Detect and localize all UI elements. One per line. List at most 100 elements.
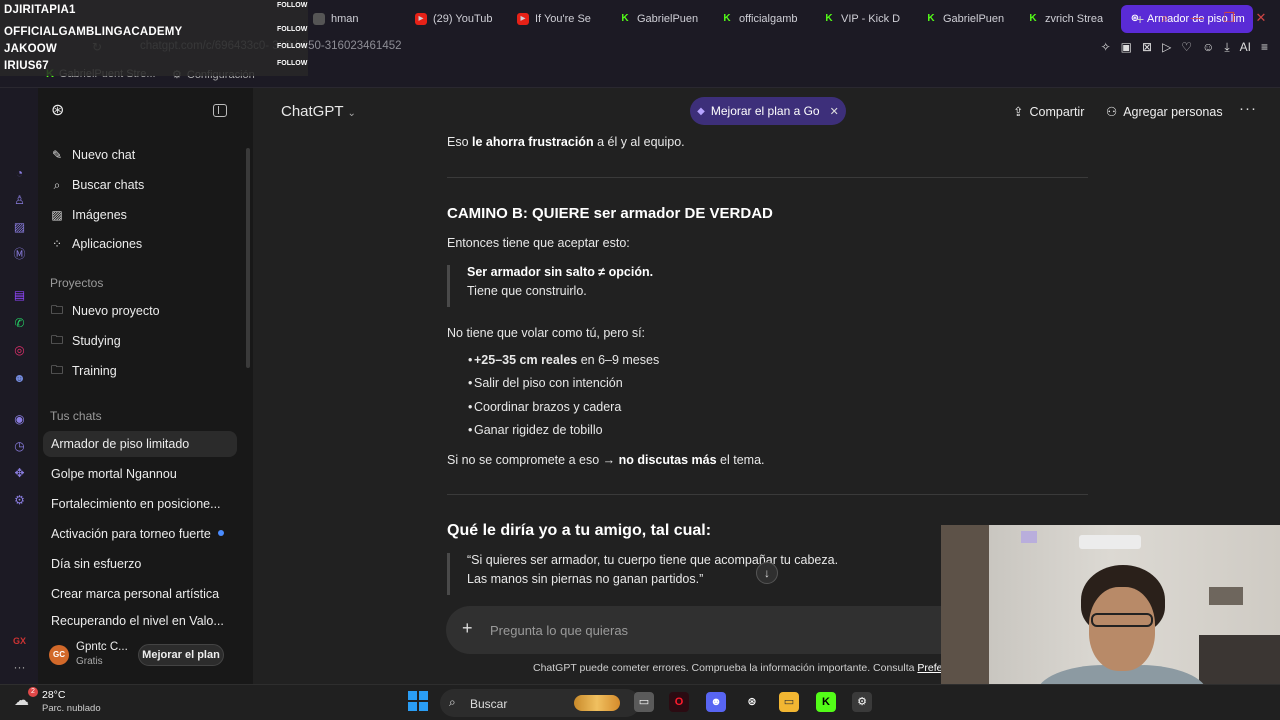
sidebar-item-project[interactable]: 🗀 Training — [50, 359, 238, 383]
sidebar-item-new-chat[interactable]: ✎ Nuevo chat — [50, 143, 238, 167]
gx-icon[interactable]: GX — [12, 634, 27, 649]
prompt-input[interactable] — [490, 616, 970, 644]
chat-item[interactable]: Fortalecimiento en posicione... — [50, 491, 237, 517]
sidebar-item-new-project[interactable]: 🗀 Nuevo proyecto — [50, 299, 238, 323]
extension-icon[interactable]: ✧ — [1101, 40, 1111, 55]
chat-item[interactable]: Crear marca personal artística — [50, 581, 237, 607]
divider — [447, 177, 1088, 178]
chat-item-active[interactable]: Armador de piso limitado — [43, 431, 237, 457]
sidebar-item-apps[interactable]: ⁘ Aplicaciones — [50, 232, 238, 256]
upgrade-go-pill[interactable]: ◆ Mejorar el plan a Go ✕ — [690, 97, 846, 125]
task-view-icon[interactable]: ▭ — [634, 692, 654, 712]
avatar: GC — [49, 645, 69, 665]
chat-item[interactable]: Golpe mortal Ngannou — [50, 461, 237, 487]
search-tabs-icon[interactable]: ⌕ — [1158, 10, 1172, 26]
settings-icon[interactable]: ⚙ — [12, 493, 27, 508]
weather-condition: Parc. nublado — [42, 703, 101, 714]
taskbar-search[interactable]: ⌕ Buscar — [440, 689, 640, 717]
file-explorer-icon[interactable]: ▭ — [779, 692, 799, 712]
list-item: +25–35 cm reales en 6–9 meses — [468, 353, 659, 367]
windows-start-icon[interactable] — [408, 691, 428, 711]
kick-icon: K — [927, 13, 935, 24]
tab-strip: hman ▸ (29) YouTub ▸ If You're Se K Gabriel… — [305, 5, 1253, 33]
whatsapp-icon[interactable]: ✆ — [12, 316, 27, 331]
messenger-icon[interactable]: Ⓜ — [12, 247, 27, 262]
user-name: Gpntc C... — [76, 641, 128, 653]
more-icon[interactable]: ··· — [12, 660, 27, 675]
search-highlight-icon — [574, 695, 620, 711]
chat-item[interactable]: Activación para torneo fuerte — [50, 521, 237, 547]
minimize-icon[interactable]: — — [1190, 10, 1204, 26]
message-line: Si no se compromete a eso → no discutas … — [447, 453, 765, 467]
adblock-icon[interactable]: ⊠ — [1142, 40, 1152, 55]
discord-icon[interactable]: ☻ — [12, 371, 27, 386]
scroll-down-button[interactable]: ↓ — [756, 562, 778, 584]
share-button[interactable]: ⇪ Compartir — [1013, 104, 1084, 120]
temperature[interactable]: 28°C — [42, 689, 65, 701]
quote-line: Tiene que construirlo. — [467, 284, 587, 298]
close-icon[interactable]: ✕ — [830, 105, 839, 118]
browser-tab[interactable]: hman — [305, 5, 405, 33]
menu-icon[interactable]: ≡ — [1261, 40, 1268, 55]
sidebar-item-images[interactable]: ▨ Imágenes — [50, 203, 238, 227]
browser-sidebar: ◔ ♙ ▨ Ⓜ ▤ ✆ ◎ ☻ ◉ ◷ ✥ ⚙ GX ··· — [0, 88, 38, 684]
maximize-icon[interactable]: ❐ — [1222, 10, 1236, 26]
more-options-icon[interactable]: ··· — [1239, 100, 1257, 117]
notes-icon[interactable]: ▨ — [12, 220, 27, 235]
user-account[interactable]: GC Gpntc C... Gratis Mejorar el plan — [38, 636, 253, 676]
follower-name: OFFICIALGAMBLINGACADEMY — [4, 26, 183, 38]
browser-tab[interactable]: K GabrielPuen — [611, 5, 711, 33]
twitch-icon[interactable]: ▤ — [12, 288, 27, 303]
heart-icon[interactable]: ♡ — [1181, 40, 1192, 55]
message-line: No tiene que volar como tú, pero sí: — [447, 326, 646, 340]
sidebar-toggle-icon[interactable] — [213, 104, 227, 117]
settings-icon[interactable]: ⚙ — [852, 692, 872, 712]
follow-label: FOLLOW — [277, 26, 308, 33]
history-icon[interactable]: ◷ — [12, 439, 27, 454]
message-line: Entonces tiene que aceptar esto: — [447, 236, 630, 250]
chat-item[interactable]: Recuperando el nivel en Valo... — [50, 611, 237, 631]
webcam-frame — [1021, 531, 1037, 543]
folder-icon: 🗀 — [50, 362, 63, 377]
blockquote: “Si quieres ser armador, tu cuerpo tiene… — [447, 553, 838, 595]
youtube-icon: ▸ — [415, 13, 427, 25]
kick-icon: K — [621, 13, 629, 24]
chatgpt-logo-icon[interactable]: ⊛ — [51, 102, 69, 120]
browser-tab[interactable]: ▸ If You're Se — [509, 5, 609, 33]
opera-gx-icon[interactable]: O — [669, 692, 689, 712]
player-icon[interactable]: ◉ — [12, 412, 27, 427]
edit-icon: ✎ — [51, 148, 63, 162]
image-icon: ▨ — [51, 208, 63, 222]
instagram-icon[interactable]: ◎ — [12, 343, 27, 358]
browser-tab[interactable]: ▸ (29) YouTub — [407, 5, 507, 33]
play-icon[interactable]: ▷ — [1162, 40, 1171, 55]
browser-tab[interactable]: K GabrielPuen — [917, 5, 1017, 33]
screen: hman ▸ (29) YouTub ▸ If You're Se K Gabriel… — [0, 0, 1280, 720]
projects-heading: Proyectos — [50, 276, 104, 290]
kick-app-icon[interactable]: K — [816, 692, 836, 712]
kick-icon: K — [825, 13, 833, 24]
sidebar-item-search-chats[interactable]: ⌕ Buscar chats — [50, 173, 238, 197]
profile-icon[interactable]: ☺ — [1202, 40, 1214, 55]
add-people-button[interactable]: ⚇ Agregar personas — [1106, 104, 1223, 120]
workspace-icon[interactable]: ♙ — [12, 193, 27, 208]
steam-icon[interactable]: ⊛ — [742, 692, 762, 712]
close-icon[interactable]: ✕ — [1254, 10, 1268, 26]
ai-button[interactable]: AI — [1240, 40, 1251, 55]
list-item: Coordinar brazos y cadera — [468, 400, 621, 414]
download-icon[interactable]: ⤓ — [1224, 40, 1229, 55]
screenshot-icon[interactable]: ▣ — [1121, 40, 1132, 55]
browser-tab[interactable]: Kzvrich Strea — [1019, 5, 1119, 33]
model-selector[interactable]: ChatGPT ⌄ — [281, 103, 356, 120]
aria-icon[interactable]: ◔ — [12, 166, 27, 181]
new-tab-button[interactable]: + — [1136, 11, 1144, 27]
extensions-icon[interactable]: ✥ — [12, 466, 27, 481]
upgrade-plan-button[interactable]: Mejorar el plan — [138, 644, 224, 666]
sidebar-item-project[interactable]: 🗀 Studying — [50, 329, 238, 353]
chat-item[interactable]: Día sin esfuerzo — [50, 551, 237, 577]
discord-icon[interactable]: ☻ — [706, 692, 726, 712]
plus-icon[interactable]: + — [462, 618, 473, 639]
sidebar-scrollbar[interactable] — [246, 148, 250, 368]
browser-tab[interactable]: K VIP - Kick D — [815, 5, 915, 33]
browser-tab[interactable]: Kofficialgamb — [713, 5, 813, 33]
